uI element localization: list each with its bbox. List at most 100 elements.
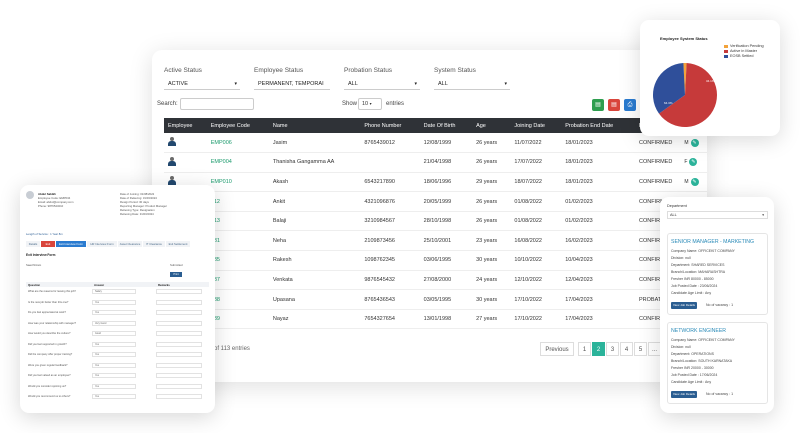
column-header[interactable]: Date Of Birth [419,118,473,133]
answer-select[interactable]: Yes [92,310,136,315]
avatar [168,156,176,166]
cell-code[interactable]: 013 [206,211,269,232]
table-row[interactable]: 038 Upasana 8765436543 03/05/1995 30 years 17… [164,289,707,310]
cell-code[interactable]: 037 [206,270,269,291]
view-job-details-button[interactable]: View Job Details [671,391,697,398]
cell-join: 17/10/2022 [510,289,562,310]
cell-code[interactable]: 035 [206,250,269,271]
remarks-input[interactable] [156,320,202,326]
table-row[interactable]: EMP010 Akash 6543217890 18/06/1996 29 years 1… [164,172,707,193]
form-tab[interactable]: HR Interview Form [87,241,117,247]
job-title[interactable]: NETWORK ENGINEER [671,328,726,334]
pagination-page[interactable]: 3 [606,342,619,356]
cell-code[interactable]: 012 [206,191,269,212]
form-tab[interactable]: Details [26,241,40,247]
cell-probation-status: CONFIRMED F ✎ [635,152,707,173]
employee-status-select[interactable]: PERMANENT, TEMPORAI [254,78,330,90]
cell-code[interactable]: EMP006 [206,133,269,154]
column-header[interactable]: Employee Code [206,118,269,133]
answer-select[interactable]: Good [92,331,136,336]
legend-item[interactable]: Verification Pending [724,44,764,48]
cell-code[interactable]: 031 [206,230,269,252]
answer-select[interactable]: Very Good [92,320,136,326]
answer-select[interactable]: Yes [92,362,136,368]
table-row[interactable]: 037 Venkata 9876545432 27/08/2000 24 years 12… [164,270,707,291]
active-status-select[interactable]: ACTIVE ▾ [164,78,240,90]
column-header[interactable]: Phone Number [360,118,420,133]
column-header[interactable]: Employee [164,118,207,133]
table-row[interactable]: EMP004 Thanisha Gangamma AA 21/04/1998 26 y… [164,152,707,173]
job-posting: SENIOR MANAGER - MARKETING Company Name: … [667,233,768,315]
remarks-input[interactable] [156,394,202,399]
cell-name: Upasana [268,289,361,310]
answer-select[interactable]: Yes [92,383,136,389]
table-row[interactable]: EMP006 Jasim 8765439012 12/08/1999 26 years 1… [164,133,707,154]
remarks-input[interactable] [156,299,202,305]
cell-code[interactable]: 039 [206,309,269,330]
answer-select[interactable]: Yes [92,373,136,378]
page-size-select[interactable]: 10 ▾ [358,98,382,110]
edit-icon[interactable]: ✎ [690,177,699,186]
chevron-down-icon: ▾ [414,81,417,87]
print-button[interactable]: Print [170,272,182,277]
view-job-details-button[interactable]: View Job Details [671,302,697,309]
pdf-export-icon[interactable]: ▤ [608,99,620,111]
pagination-page[interactable]: 5 [634,342,647,356]
answer-select[interactable]: Salary [92,289,136,294]
system-status-chart-card: Employee System Status 34.1% 64.3% Verifi… [640,20,780,136]
pagination-previous[interactable]: Previous [540,342,574,356]
job-posted: Job Posted Date : 23/06/2024 [671,284,718,288]
probation-status-select[interactable]: ALL ▾ [344,78,420,90]
search-input[interactable] [180,98,254,110]
column-header[interactable]: Probation End Date [561,118,636,133]
gender-text: M [684,178,689,185]
excel-export-icon[interactable]: ▤ [592,99,604,111]
form-tab[interactable]: Exit Interview Form [56,241,86,247]
page-size-value: 10 [362,101,369,107]
system-status-select[interactable]: ALL ▾ [434,78,510,90]
column-header[interactable]: Joining Date [510,118,562,133]
form-tab[interactable]: Asset Clearance [118,241,142,247]
cell-join: 16/08/2022 [510,230,562,252]
cell-dob: 21/04/1998 [419,152,473,173]
cell-code[interactable]: EMP010 [206,172,269,193]
pagination-page[interactable]: 1 [578,342,591,356]
job-title[interactable]: SENIOR MANAGER - MARKETING [671,239,754,245]
remarks-input[interactable] [156,331,202,336]
form-tab[interactable]: IT Clearance [143,241,165,247]
table-header-row: Employee Employee Code Name Phone Number Dat… [164,118,707,133]
legend-item[interactable]: EOSB Settled [724,54,753,58]
cell-code[interactable]: EMP004 [206,152,269,173]
table-row[interactable]: 012 Ankit 4321096876 20/05/1999 26 years 01/0… [164,191,707,212]
remarks-input[interactable] [156,289,202,294]
remarks-input[interactable] [156,383,202,389]
cell-code[interactable]: 038 [206,289,269,310]
answer-select[interactable]: Yes [92,341,136,347]
column-header[interactable]: Name [268,118,361,133]
legend-item[interactable]: Active in Master [724,49,757,53]
pagination-page[interactable]: 4 [620,342,633,356]
table-row[interactable]: 013 Balaji 3210984567 28/10/1998 26 years 01/… [164,211,707,232]
table-row[interactable]: 031 Neha 2109873456 25/10/2001 23 years 16/08… [164,230,707,252]
table-row[interactable]: 039 Nayaz 7654327654 13/01/1998 27 years 17/1… [164,309,707,330]
remarks-input[interactable] [156,310,202,315]
remarks-input[interactable] [156,373,202,378]
avatar [168,137,176,147]
form-tab[interactable]: Exit [41,241,55,247]
form-tab[interactable]: Exit Settlement [166,241,190,247]
column-header[interactable]: Age [472,118,511,133]
remarks-input[interactable] [156,352,202,357]
pagination-page[interactable]: 2 [592,342,605,356]
filter-label-system-status: System Status [434,67,476,74]
print-icon[interactable]: ⎙ [624,99,636,111]
remarks-input[interactable] [156,362,202,368]
answer-select[interactable]: Yes [92,394,136,399]
answer-select[interactable]: Yes [92,352,136,357]
table-row[interactable]: 035 Rakesh 1098762345 03/06/1995 30 years 10/… [164,250,707,271]
answer-select[interactable]: Yes [92,299,136,305]
department-select[interactable]: ALL ▾ [667,211,768,219]
remarks-input[interactable] [156,341,202,347]
job-openings-card: Department ALL ▾ SENIOR MANAGER - MARKETI… [660,197,774,413]
edit-icon[interactable]: ✎ [690,138,699,147]
edit-icon[interactable]: ✎ [689,158,698,167]
